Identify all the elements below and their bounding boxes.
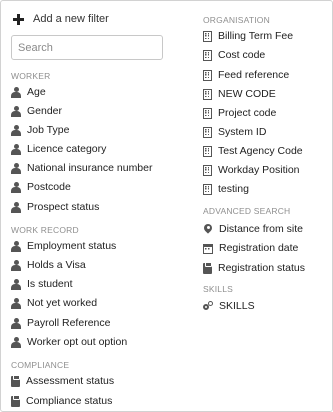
filter-item-label: Assessment status [26, 375, 115, 387]
person-icon [11, 317, 21, 329]
section-heading-organisation: ORGANISATION [203, 15, 270, 25]
filter-panel: Add a new filter WORKER Age Gender Job T… [0, 0, 333, 412]
filter-item-billing-term-fee[interactable]: Billing Term Fee [203, 28, 293, 44]
building-icon [203, 69, 212, 81]
person-icon [11, 105, 21, 117]
filter-item-compliance-status[interactable]: Compliance status [11, 393, 112, 409]
filter-item-label: Job Type [27, 124, 70, 136]
filter-item-label: Billing Term Fee [218, 30, 294, 42]
section-heading-advanced-search: ADVANCED SEARCH [203, 206, 291, 216]
filter-item-payroll-reference[interactable]: Payroll Reference [11, 315, 110, 331]
filter-item-label: Gender [27, 105, 63, 117]
filter-item-label: Holds a Visa [27, 259, 86, 271]
person-icon [11, 162, 21, 174]
building-icon [203, 49, 212, 61]
section-heading-skills: SKILLS [203, 284, 234, 294]
filter-item-not-yet-worked[interactable]: Not yet worked [11, 295, 97, 311]
add-filter-label: Add a new filter [33, 13, 109, 25]
filter-item-label: Postcode [27, 181, 71, 193]
filter-item-label: Test Agency Code [218, 145, 303, 157]
filter-item-licence-category[interactable]: Licence category [11, 141, 106, 157]
filter-item-label: System ID [218, 126, 267, 138]
filter-item-holds-a-visa[interactable]: Holds a Visa [11, 257, 86, 273]
filter-item-gender[interactable]: Gender [11, 103, 62, 119]
building-icon [203, 88, 212, 100]
filter-item-employment-status[interactable]: Employment status [11, 238, 116, 254]
filter-item-worker-opt-out-option[interactable]: Worker opt out option [11, 334, 127, 350]
filter-item-age[interactable]: Age [11, 84, 46, 100]
filter-item-project-code[interactable]: Project code [203, 105, 276, 121]
add-filter-button[interactable]: Add a new filter [11, 10, 109, 28]
filter-item-cost-code[interactable]: Cost code [203, 47, 265, 63]
building-icon [203, 145, 212, 157]
filter-item-postcode[interactable]: Postcode [11, 179, 71, 195]
filter-item-label: Distance from site [219, 223, 304, 235]
filter-item-label: Prospect status [27, 201, 100, 213]
map-pin-icon [203, 224, 213, 235]
filter-item-label: Cost code [218, 49, 266, 61]
filter-item-label: Worker opt out option [27, 336, 128, 348]
filter-item-label: Employment status [27, 240, 117, 252]
section-heading-worker: WORKER [11, 71, 51, 81]
plus-icon [13, 13, 24, 25]
filter-item-label: National insurance number [27, 162, 153, 174]
person-icon [11, 278, 21, 290]
cogs-icon [203, 300, 213, 312]
filter-item-registration-date[interactable]: Registration date [203, 240, 298, 256]
section-heading-compliance: COMPLIANCE [11, 360, 70, 370]
filter-item-label: Is student [27, 278, 73, 290]
building-icon [203, 107, 212, 119]
filter-item-registration-status[interactable]: Registration status [203, 260, 305, 276]
filter-item-label: Registration date [219, 242, 299, 254]
filter-item-label: testing [218, 183, 249, 195]
person-icon [11, 201, 21, 213]
clipboard-icon [203, 261, 212, 274]
filter-item-label: Registration status [218, 262, 305, 274]
clipboard-icon [11, 374, 20, 387]
filter-item-label: Payroll Reference [27, 317, 111, 329]
person-icon [11, 124, 21, 136]
filter-item-national-insurance-number[interactable]: National insurance number [11, 160, 153, 176]
filter-item-label: SKILLS [219, 300, 255, 312]
filter-item-label: Licence category [27, 143, 107, 155]
filter-item-label: Compliance status [26, 395, 113, 407]
search-input[interactable] [11, 35, 163, 60]
person-icon [11, 259, 21, 271]
building-icon [203, 30, 212, 42]
filter-item-testing[interactable]: testing [203, 181, 249, 197]
building-icon [203, 183, 212, 195]
person-icon [11, 143, 21, 155]
filter-item-skills[interactable]: SKILLS [203, 298, 255, 314]
building-icon [203, 164, 212, 176]
filter-item-is-student[interactable]: Is student [11, 276, 73, 292]
clipboard-icon [11, 394, 20, 407]
person-icon [11, 181, 21, 193]
filter-item-label: NEW CODE [218, 88, 276, 100]
filter-item-label: Feed reference [218, 69, 290, 81]
filter-item-assessment-status[interactable]: Assessment status [11, 373, 114, 389]
filter-item-label: Not yet worked [27, 297, 98, 309]
section-heading-work-record: WORK RECORD [11, 225, 79, 235]
filter-item-prospect-status[interactable]: Prospect status [11, 199, 99, 215]
filter-item-feed-reference[interactable]: Feed reference [203, 67, 289, 83]
filter-item-test-agency-code[interactable]: Test Agency Code [203, 143, 303, 159]
person-icon [11, 336, 21, 348]
filter-item-new-code[interactable]: NEW CODE [203, 86, 276, 102]
filter-item-workday-position[interactable]: Workday Position [203, 162, 300, 178]
calendar-icon [203, 243, 213, 254]
person-icon [11, 240, 21, 252]
person-icon [11, 297, 21, 309]
filter-item-job-type[interactable]: Job Type [11, 122, 69, 138]
filter-item-system-id[interactable]: System ID [203, 124, 266, 140]
person-icon [11, 86, 21, 98]
filter-item-label: Workday Position [218, 164, 300, 176]
building-icon [203, 126, 212, 138]
filter-item-distance-from-site[interactable]: Distance from site [203, 221, 303, 237]
filter-item-label: Project code [218, 107, 277, 119]
filter-item-label: Age [27, 86, 46, 98]
